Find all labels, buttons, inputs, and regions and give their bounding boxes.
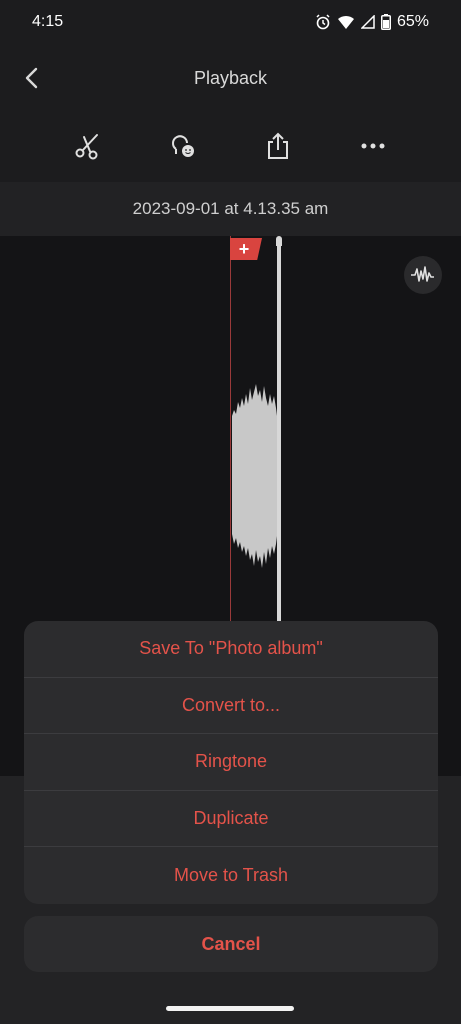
waveform-icon	[411, 266, 434, 282]
home-indicator[interactable]	[166, 1006, 294, 1011]
voice-effect-icon	[171, 135, 194, 157]
battery-percent: 65%	[396, 13, 429, 30]
cancel-button[interactable]: Cancel	[24, 916, 438, 972]
chevron-left-icon	[25, 67, 38, 89]
share-icon	[268, 132, 289, 159]
move-to-trash-button[interactable]: Move to Trash	[24, 847, 438, 904]
recording-date-text: 2023-09-01 at 4.13.35 am	[132, 199, 329, 218]
trim-button[interactable]	[68, 126, 108, 166]
status-bar: 4:15 65%	[0, 0, 461, 44]
back-button[interactable]	[16, 62, 48, 94]
duplicate-button[interactable]: Duplicate	[24, 791, 438, 848]
waveform	[232, 384, 277, 568]
action-sheet: Save To "Photo album" Convert to... Ring…	[24, 621, 438, 904]
convert-to-button[interactable]: Convert to...	[24, 678, 438, 735]
voice-effect-button[interactable]	[163, 126, 203, 166]
playhead[interactable]	[277, 240, 281, 632]
more-icon	[361, 143, 385, 149]
scissors-icon	[75, 134, 98, 160]
more-button[interactable]	[353, 126, 393, 166]
signal-icon	[360, 15, 375, 29]
alarm-icon	[316, 14, 330, 30]
add-marker-button[interactable]: +	[230, 238, 262, 260]
status-icons: 65%	[315, 13, 429, 31]
status-time: 4:15	[32, 13, 64, 30]
share-button[interactable]	[258, 126, 298, 166]
recording-date: 2023-09-01 at 4.13.35 am	[0, 182, 461, 236]
header: Playback	[0, 44, 461, 112]
marker-label: +	[238, 238, 250, 259]
save-to-photo-album-button[interactable]: Save To "Photo album"	[24, 621, 438, 678]
ringtone-button[interactable]: Ringtone	[24, 734, 438, 791]
page-title: Playback	[193, 67, 268, 88]
toolbar	[0, 116, 461, 176]
battery-icon	[380, 14, 391, 30]
waveform-view-button[interactable]	[404, 256, 442, 294]
wifi-icon	[337, 15, 354, 29]
